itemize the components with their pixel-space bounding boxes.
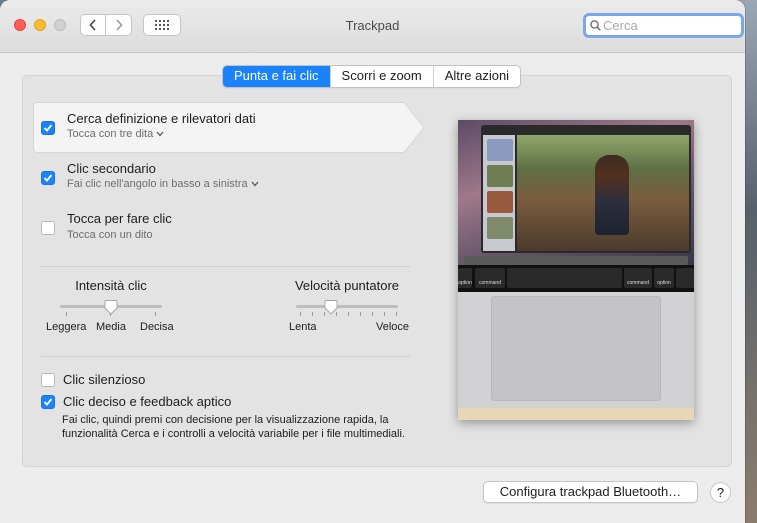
tab-more-gestures[interactable]: Altre azioni: [432, 66, 520, 87]
help-button[interactable]: ?: [710, 482, 731, 503]
secondary-click-dropdown[interactable]: Fai clic nell'angolo in basso a sinistra: [67, 178, 259, 190]
preview-key-command-right: command: [624, 268, 652, 288]
silent-click-checkbox[interactable]: [41, 373, 55, 387]
preview-trackpad: [491, 296, 661, 401]
forward-button[interactable]: [106, 14, 132, 36]
minimize-button[interactable]: [34, 19, 46, 31]
preview-photo: [517, 135, 689, 251]
click-intensity-knob[interactable]: [104, 300, 118, 315]
force-click-label: Clic deciso e feedback aptico: [63, 394, 232, 409]
checkmark-icon: [43, 398, 53, 406]
click-intensity-max: Decisa: [140, 321, 174, 333]
pointer-speed-max: Veloce: [376, 321, 410, 333]
secondary-click-checkbox[interactable]: [41, 171, 55, 185]
preview-keyboard: option command command option: [458, 265, 694, 292]
click-intensity-label: Intensità clic: [75, 278, 147, 293]
titlebar: Trackpad: [0, 0, 745, 53]
checkmark-icon: [43, 174, 53, 182]
chevron-down-icon: [251, 181, 259, 187]
preview-thumbnail: [487, 165, 513, 187]
tick: [66, 312, 67, 316]
chevron-left-icon: [89, 19, 96, 31]
preview-table: [458, 408, 694, 420]
preview-key-option-left: option: [458, 268, 472, 288]
tab-point-and-click[interactable]: Punta e fai clic: [223, 66, 330, 87]
preview-sidebar: [483, 135, 515, 251]
preview-key-arrow: [676, 268, 694, 288]
divider: [41, 356, 410, 357]
tap-to-click-subtitle: Tocca con un dito: [67, 229, 153, 241]
preview-person: [595, 155, 629, 235]
gesture-preview-image: option command command option: [458, 120, 694, 420]
tick: [384, 312, 385, 316]
lookup-title: Cerca definizione e rilevatori dati: [67, 111, 256, 126]
preview-thumbnail: [487, 217, 513, 239]
preview-thumbnail: [487, 139, 513, 161]
chevron-right-icon: [115, 19, 123, 31]
preview-photos-window: [481, 125, 691, 253]
tick: [396, 312, 397, 316]
show-all-button[interactable]: [143, 14, 181, 36]
tick: [348, 312, 349, 316]
tick: [372, 312, 373, 316]
pointer-speed-label: Velocità puntatore: [294, 278, 400, 293]
tab-scroll-and-zoom[interactable]: Scorri e zoom: [329, 66, 433, 87]
preview-key-option-right: option: [654, 268, 674, 288]
search-input[interactable]: [601, 18, 731, 33]
chevron-down-icon: [156, 131, 164, 137]
search-field[interactable]: [583, 13, 744, 38]
pointer-speed-track: [296, 305, 398, 308]
pointer-speed-knob[interactable]: [324, 300, 338, 315]
divider: [41, 266, 410, 267]
checkmark-icon: [43, 124, 53, 132]
force-click-checkbox[interactable]: [41, 395, 55, 409]
help-icon: ?: [716, 485, 725, 500]
preview-key-space: [507, 268, 622, 288]
preferences-window: Trackpad Punta e fai clic Scorri e zoom …: [0, 0, 745, 523]
preview-dock: [464, 256, 688, 265]
click-intensity-min: Leggera: [46, 321, 87, 333]
grid-icon: [155, 20, 169, 30]
setup-bluetooth-trackpad-button[interactable]: Configura trackpad Bluetooth…: [483, 481, 698, 503]
secondary-click-value: Fai clic nell'angolo in basso a sinistra: [67, 178, 248, 190]
tick: [312, 312, 313, 316]
selection-pointer: [404, 102, 425, 153]
force-click-description: Fai clic, quindi premi con decisione per…: [62, 414, 405, 440]
search-icon: [590, 20, 601, 31]
tap-to-click-title: Tocca per fare clic: [67, 211, 172, 226]
close-button[interactable]: [14, 19, 26, 31]
lookup-gesture-value: Tocca con tre dita: [67, 128, 154, 140]
zoom-button[interactable]: [54, 19, 66, 31]
preview-thumbnail: [487, 191, 513, 213]
preview-key-command-left: command: [475, 268, 505, 288]
secondary-click-title: Clic secondario: [67, 161, 156, 176]
lookup-checkbox[interactable]: [41, 121, 55, 135]
silent-click-label: Clic silenzioso: [63, 372, 146, 387]
tick: [360, 312, 361, 316]
click-intensity-mid: Media: [96, 321, 126, 333]
tab-bar: Punta e fai clic Scorri e zoom Altre azi…: [222, 65, 522, 88]
back-button[interactable]: [80, 14, 106, 36]
lookup-gesture-dropdown[interactable]: Tocca con tre dita: [67, 128, 164, 140]
tick: [155, 312, 156, 316]
tick: [300, 312, 301, 316]
preview-screen: [458, 120, 694, 265]
pointer-speed-min: Lenta: [289, 321, 317, 333]
tap-to-click-checkbox[interactable]: [41, 221, 55, 235]
